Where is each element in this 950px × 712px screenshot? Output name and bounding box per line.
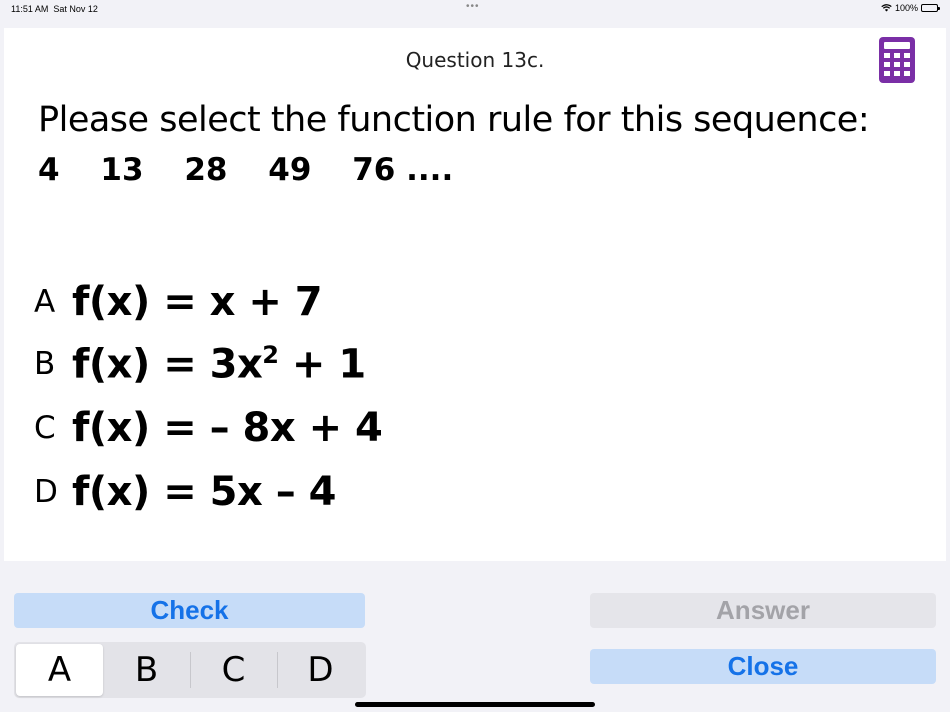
- check-button[interactable]: Check: [14, 593, 365, 628]
- sequence-term: 49: [268, 152, 312, 188]
- option-c: C f(x) = – 8x + 4: [34, 403, 383, 453]
- option-d: D f(x) = 5x – 4: [34, 467, 336, 517]
- status-time: 11:51 AM Sat Nov 12: [11, 4, 98, 14]
- option-letter: C: [34, 410, 56, 446]
- battery-icon: [921, 4, 940, 12]
- question-title: Question 13c.: [405, 48, 545, 72]
- question-prompt: Please select the function rule for this…: [38, 100, 870, 140]
- option-letter: A: [34, 284, 56, 320]
- answer-segmented-control: A B C D: [14, 642, 366, 698]
- status-right: 100%: [881, 3, 940, 13]
- option-text: f(x) = – 8x + 4: [72, 405, 383, 451]
- battery-percent: 100%: [894, 3, 918, 13]
- sequence-term: 28: [184, 152, 228, 188]
- status-bar: 11:51 AM Sat Nov 12 ••• 100%: [0, 0, 950, 18]
- segment-c[interactable]: C: [190, 644, 277, 696]
- option-text: f(x) = x + 7: [72, 279, 323, 325]
- answer-button[interactable]: Answer: [590, 593, 936, 628]
- segment-a[interactable]: A: [16, 644, 103, 696]
- option-letter: D: [34, 474, 58, 510]
- segment-b[interactable]: B: [103, 644, 190, 696]
- option-text: f(x) = 5x – 4: [72, 469, 336, 515]
- question-panel: Question 13c. Please select the function…: [4, 28, 946, 561]
- sequence: 4 13 28 49 76 ....: [38, 152, 483, 188]
- sequence-term: 4: [38, 152, 60, 188]
- option-text: f(x) = 3x2 + 1: [72, 340, 366, 388]
- option-a: A f(x) = x + 7: [34, 277, 323, 327]
- wifi-icon: [881, 4, 892, 12]
- sequence-term: 13: [100, 152, 144, 188]
- calculator-icon[interactable]: [879, 37, 915, 83]
- option-b: B f(x) = 3x2 + 1: [34, 339, 366, 389]
- close-button[interactable]: Close: [590, 649, 936, 684]
- multitasking-dots[interactable]: •••: [466, 1, 480, 12]
- sequence-term: 76 ....: [352, 152, 454, 188]
- option-letter: B: [34, 346, 56, 382]
- home-indicator[interactable]: [355, 702, 595, 707]
- segment-d[interactable]: D: [277, 644, 364, 696]
